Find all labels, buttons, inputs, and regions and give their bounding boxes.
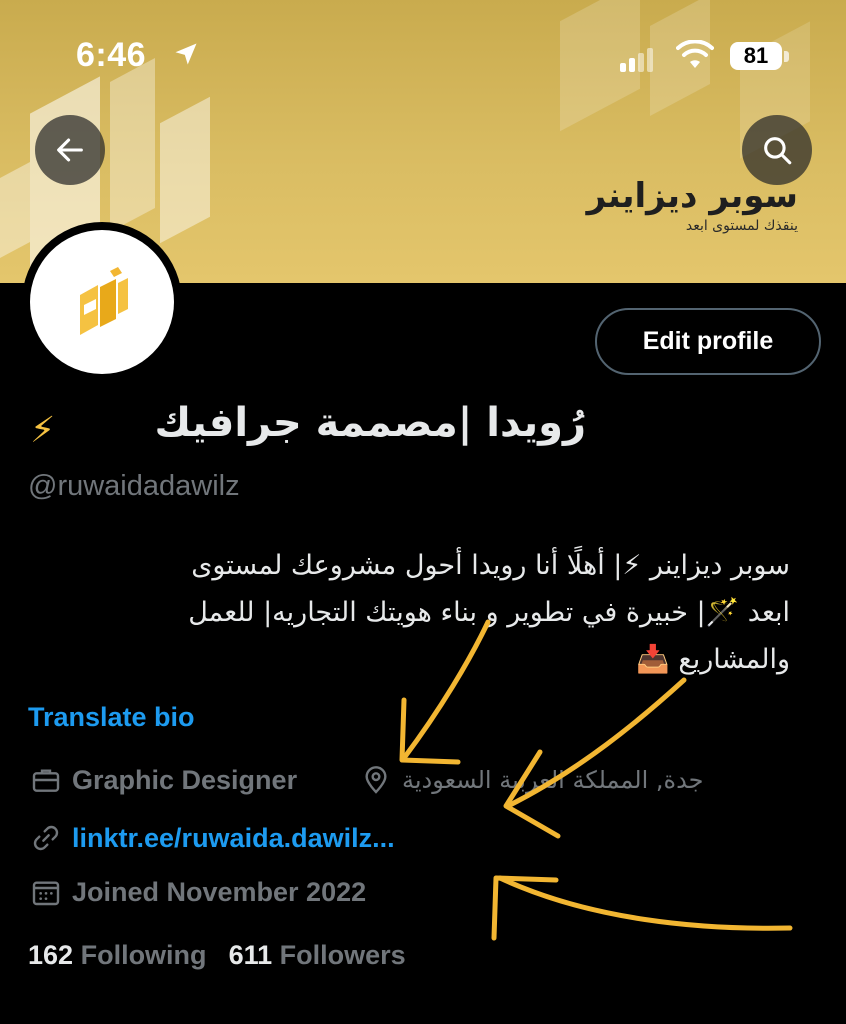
follow-stats: 162 Following 611 Followers xyxy=(28,940,406,971)
link-icon xyxy=(33,825,59,851)
brand-logo-icon xyxy=(80,267,128,335)
website-link[interactable]: linktr.ee/ruwaida.dawilz... xyxy=(72,823,395,854)
annotation-arrow xyxy=(497,875,793,931)
followers-stat[interactable]: 611 Followers xyxy=(229,940,406,971)
search-button[interactable] xyxy=(742,115,812,185)
edit-profile-button[interactable]: Edit profile xyxy=(595,308,821,375)
cellular-signal-icon xyxy=(620,46,664,72)
bio-line: والمشاريع 📥 xyxy=(636,644,790,675)
lightning-icon: ⚡ xyxy=(30,410,56,451)
status-time: 6:46 xyxy=(76,36,147,74)
banner-logo-shape xyxy=(160,96,210,244)
banner-logo-shape xyxy=(0,162,30,258)
profile-handle: @ruwaidadawilz xyxy=(28,470,240,502)
following-count: 162 xyxy=(28,940,74,970)
avatar-logo xyxy=(30,230,174,374)
profile-location: جدة, المملكة العربية السعودية xyxy=(360,764,704,796)
search-icon xyxy=(764,137,792,165)
arrow-left-icon xyxy=(57,138,83,162)
joined-label: Joined November 2022 xyxy=(72,876,367,907)
battery-tip xyxy=(784,51,789,62)
following-label: Following xyxy=(80,940,207,970)
calendar-icon xyxy=(32,881,60,906)
banner-logo-shape xyxy=(110,58,155,232)
annotation-arrow xyxy=(491,875,559,941)
location-pin-icon xyxy=(365,766,387,794)
location-services-icon xyxy=(175,43,197,65)
bio-line: سوبر ديزاينر ⚡| أهلًا أنا رويدا أحول مشر… xyxy=(191,550,790,581)
location-label: جدة, المملكة العربية السعودية xyxy=(402,766,704,794)
profession-label: Graphic Designer xyxy=(72,764,298,795)
banner-brand-tagline: ينقذك لمستوى ابعد xyxy=(685,218,798,234)
battery-indicator: 81 xyxy=(730,42,782,70)
profession-category: Graphic Designer xyxy=(30,764,297,796)
profile-website[interactable]: linktr.ee/ruwaida.dawilz... xyxy=(30,822,395,854)
banner-brand: سوبر ديزاينر ينقذك لمستوى ابعد xyxy=(587,176,798,236)
bio-line: ابعد 🪄| خبيرة في تطوير و بناء هويتك التج… xyxy=(188,597,790,628)
followers-label: Followers xyxy=(279,940,406,970)
wifi-icon xyxy=(676,40,714,68)
display-name: رُويدا |مصممة جرافيك xyxy=(154,400,586,446)
followers-count: 611 xyxy=(228,940,273,970)
translate-bio-link[interactable]: Translate bio xyxy=(28,702,195,733)
back-button[interactable] xyxy=(35,115,105,185)
following-stat[interactable]: 162 Following xyxy=(28,940,207,971)
profile-bio: سوبر ديزاينر ⚡| أهلًا أنا رويدا أحول مشر… xyxy=(28,542,790,683)
joined-date: Joined November 2022 xyxy=(30,876,366,908)
briefcase-icon xyxy=(32,769,60,792)
avatar[interactable] xyxy=(22,222,182,382)
annotation-arrow xyxy=(399,697,461,765)
